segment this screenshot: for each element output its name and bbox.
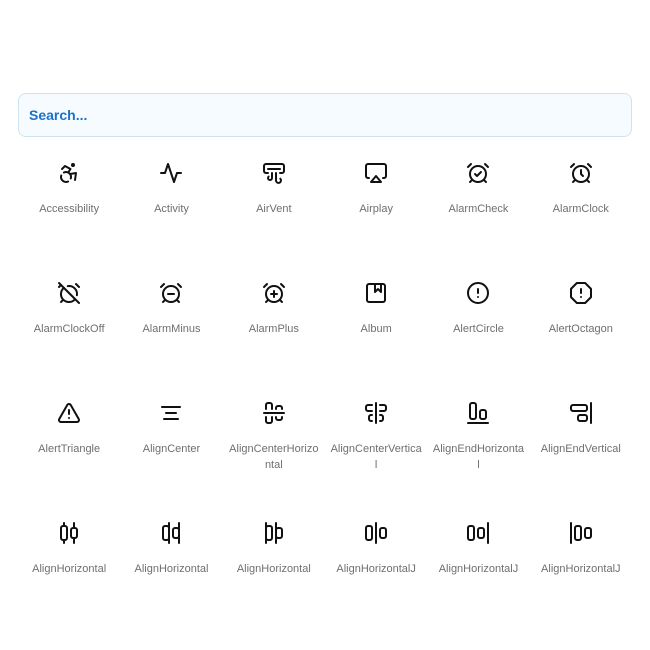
icon-tile-align-horizontal-justify-end[interactable]: AlignHorizontalJ <box>427 497 529 576</box>
icon-label: AlignHorizontal <box>32 563 107 575</box>
icon-label: AlignCenter <box>142 443 201 455</box>
icon-tile-align-horizontal-justify-start[interactable]: AlignHorizontalJ <box>530 497 632 576</box>
icon-label: AlignEndHorizontal <box>432 443 525 471</box>
airplay-icon <box>365 163 388 183</box>
icon-label: Accessibility <box>39 203 100 215</box>
search-input[interactable] <box>19 94 631 136</box>
icon-grid: Accessibility Activity AirVent Airplay A… <box>18 137 632 576</box>
icon-tile-air-vent[interactable]: AirVent <box>223 137 325 257</box>
align-center-icon <box>161 406 182 420</box>
icon-label: AlignCenterVertical <box>330 443 422 471</box>
icon-tile-align-horizontal-distribute-center[interactable]: AlignHorizontal <box>18 497 120 576</box>
icon-tile-align-horizontal-justify-center[interactable]: AlignHorizontalJ <box>325 497 427 576</box>
icon-tile-accessibility[interactable]: Accessibility <box>18 137 120 257</box>
icon-tile-align-end-horizontal[interactable]: AlignEndHorizontal <box>427 377 529 497</box>
icon-tile-align-horizontal-distribute-start[interactable]: AlignHorizontal <box>223 497 325 576</box>
align-horizontal-justify-end-icon <box>467 522 490 544</box>
icon-label: AlertTriangle <box>38 443 101 455</box>
icon-tile-alert-octagon[interactable]: AlertOctagon <box>530 257 632 377</box>
icon-label: Activity <box>154 203 189 215</box>
accessibility-icon <box>60 163 78 183</box>
align-horizontal-distribute-start-icon <box>264 522 283 544</box>
icon-label: AirVent <box>256 203 292 215</box>
align-horizontal-distribute-end-icon <box>162 522 181 544</box>
icon-tile-align-center-vertical[interactable]: AlignCenterVertical <box>325 377 427 497</box>
icon-tile-album[interactable]: Album <box>325 257 427 377</box>
icon-label: AlarmClockOff <box>33 323 105 335</box>
alarm-clock-off-icon <box>58 282 81 304</box>
alert-circle-icon <box>467 282 490 304</box>
icon-tile-alert-triangle[interactable]: AlertTriangle <box>18 377 120 497</box>
icon-label: AlarmClock <box>552 203 609 215</box>
activity-icon <box>160 163 183 183</box>
icon-label: AlignHorizontalJ <box>541 563 621 575</box>
icon-tile-alarm-minus[interactable]: AlarmMinus <box>120 257 222 377</box>
icon-label: AlarmCheck <box>448 203 509 215</box>
search-box[interactable] <box>18 93 632 137</box>
alarm-plus-icon <box>262 283 285 303</box>
icon-label: AlarmMinus <box>142 323 201 335</box>
icon-tile-airplay[interactable]: Airplay <box>325 137 427 257</box>
align-end-vertical-icon <box>569 402 592 424</box>
icon-label: AlignHorizontalJ <box>336 563 416 575</box>
align-horizontal-justify-start-icon <box>569 522 592 544</box>
icon-label: Airplay <box>359 203 393 215</box>
align-horizontal-distribute-center-icon <box>60 522 79 544</box>
icon-grid-viewport[interactable]: Accessibility Activity AirVent Airplay A… <box>18 137 632 576</box>
icon-tile-alarm-check[interactable]: AlarmCheck <box>427 137 529 257</box>
icon-tile-align-horizontal-distribute-end[interactable]: AlignHorizontal <box>120 497 222 576</box>
icon-tile-align-end-vertical[interactable]: AlignEndVertical <box>530 377 632 497</box>
icon-tile-alarm-clock-off[interactable]: AlarmClockOff <box>18 257 120 377</box>
icon-tile-activity[interactable]: Activity <box>120 137 222 257</box>
align-end-horizontal-icon <box>467 402 490 424</box>
align-center-horizontal-icon <box>262 402 285 424</box>
icon-label: AlignHorizontalJ <box>438 563 519 575</box>
icon-tile-align-center-horizontal[interactable]: AlignCenterHorizontal <box>223 377 325 497</box>
icon-tile-align-center[interactable]: AlignCenter <box>120 377 222 497</box>
icon-tile-alarm-clock[interactable]: AlarmClock <box>530 137 632 257</box>
icon-label: AlertCircle <box>453 323 504 335</box>
icon-label: AlignHorizontal <box>134 563 209 575</box>
alarm-clock-icon <box>569 163 592 183</box>
alert-octagon-icon <box>569 282 592 304</box>
icon-label: AlignHorizontal <box>236 563 311 575</box>
icon-label: AlertOctagon <box>548 323 613 335</box>
icon-tile-alert-circle[interactable]: AlertCircle <box>427 257 529 377</box>
icon-tile-alarm-plus[interactable]: AlarmPlus <box>223 257 325 377</box>
album-icon <box>366 283 387 303</box>
alarm-check-icon <box>467 163 490 183</box>
icon-label: AlignEndVertical <box>540 443 621 455</box>
align-center-vertical-icon <box>365 402 388 424</box>
icon-label: AlignCenterHorizontal <box>229 443 319 471</box>
icon-label: Album <box>360 323 392 335</box>
alarm-minus-icon <box>160 283 183 303</box>
icon-label: AlarmPlus <box>248 323 299 335</box>
align-horizontal-justify-center-icon <box>365 522 388 544</box>
alert-triangle-icon <box>58 403 81 424</box>
air-vent-icon <box>262 163 285 184</box>
